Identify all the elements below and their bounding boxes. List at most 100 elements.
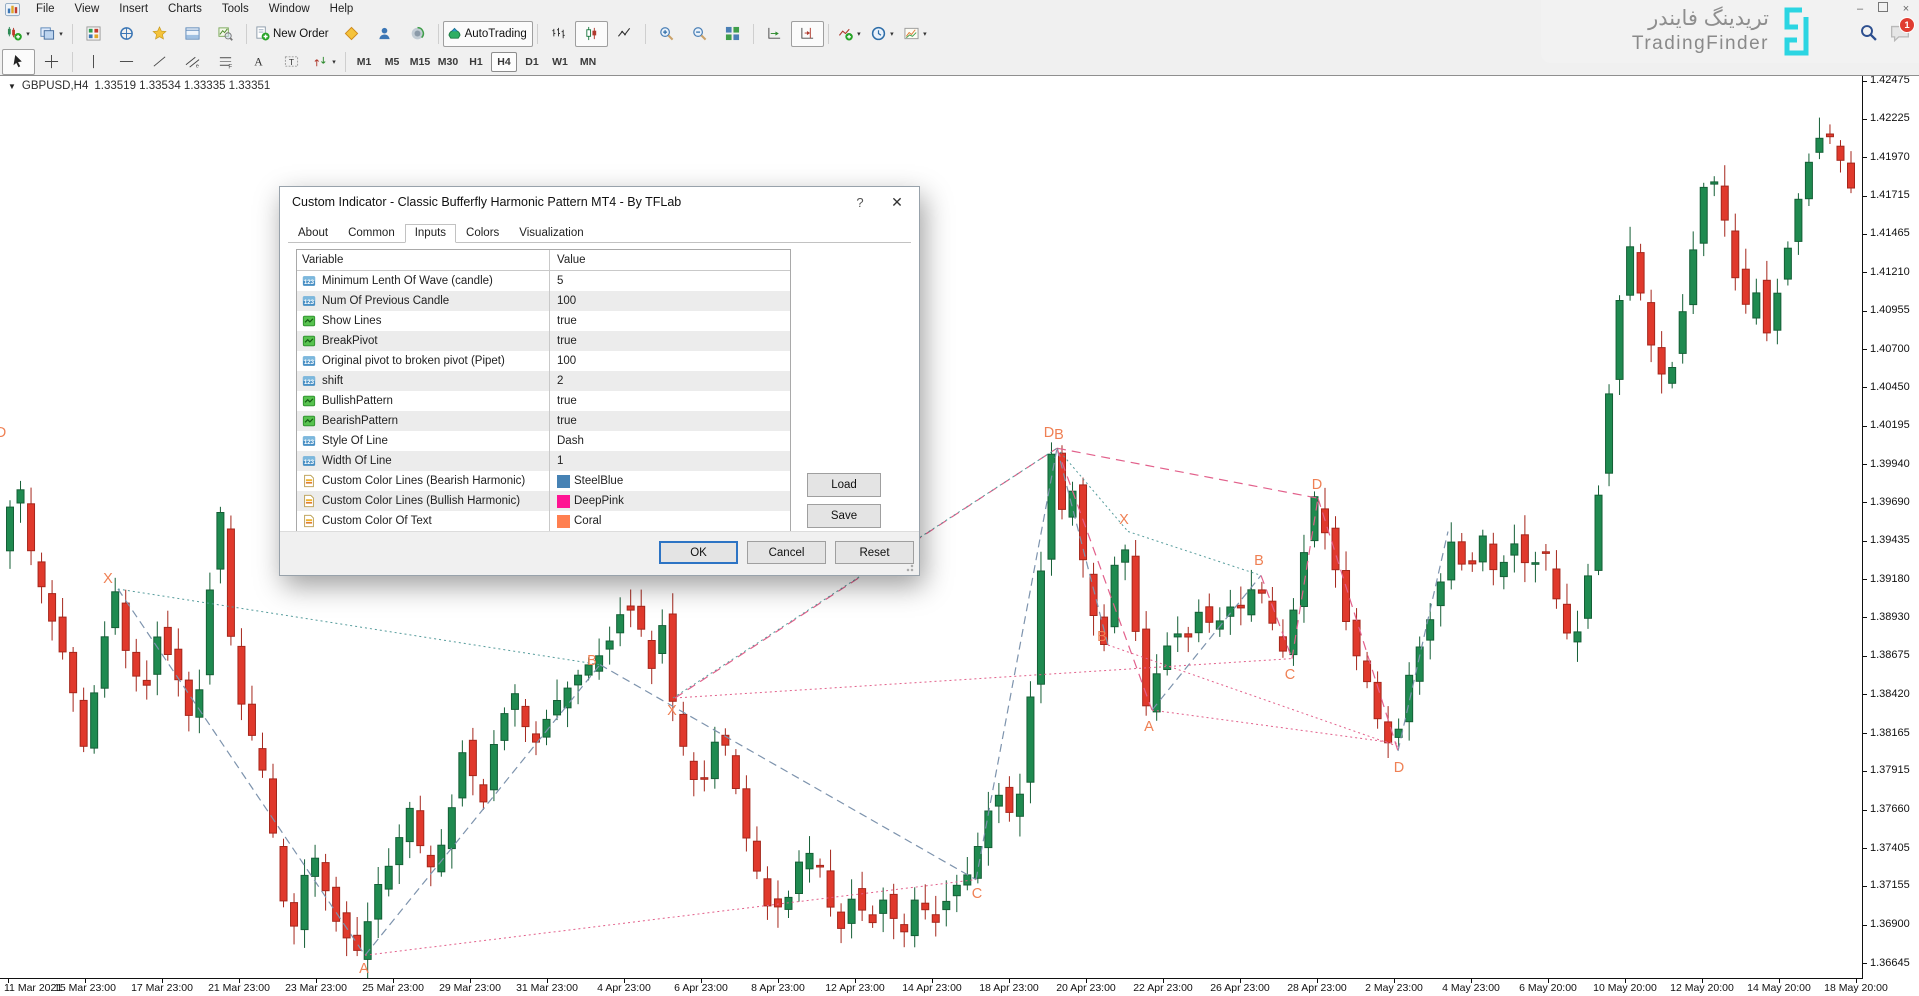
table-row[interactable]: 123shift2 [297,371,790,391]
variable-cell: Custom Color Lines (Bullish Harmonic) [297,494,549,508]
close-button-icon[interactable]: × [1899,3,1913,15]
resize-grip[interactable] [906,562,916,572]
trendline-button[interactable] [143,49,176,75]
table-row[interactable]: 123Width Of Line1 [297,451,790,471]
chart-shift-button[interactable] [791,21,824,47]
reset-button[interactable]: Reset [835,541,914,564]
variable-name: Original pivot to broken pivot (Pipet) [322,355,505,367]
svg-text:123: 123 [304,279,315,286]
variable-cell: BearishPattern [297,414,549,428]
menu-item-tools[interactable]: Tools [213,2,258,16]
profiles-button[interactable]: ▾ [35,21,68,47]
menu-item-view[interactable]: View [66,2,109,16]
timeframe-m30[interactable]: M30 [435,52,461,72]
timeframe-h4[interactable]: H4 [491,52,517,72]
indicators-button[interactable]: ▾ [833,21,866,47]
table-row[interactable]: 123Style Of LineDash [297,431,790,451]
menu-item-help[interactable]: Help [321,2,363,16]
time-label: 23 Mar 23:00 [285,982,347,994]
strategy-tester-button[interactable] [209,21,242,47]
bar-chart-button[interactable] [542,21,575,47]
table-row[interactable]: BearishPatterntrue [297,411,790,431]
text-button[interactable]: A [242,49,275,75]
value-text: 5 [557,275,563,287]
time-label: 12 May 20:00 [1670,982,1734,994]
templates-icon [904,26,919,41]
price-label: 1.40195 [1870,419,1910,431]
svg-text:B: B [1054,427,1064,443]
horizontal-line-button[interactable] [110,49,143,75]
terminal-button[interactable] [176,21,209,47]
save-button[interactable]: Save [807,504,881,528]
table-row[interactable]: Custom Color Lines (Bearish Harmonic)Ste… [297,471,790,491]
table-row[interactable]: Custom Color Of TextCoral [297,511,790,531]
table-row[interactable]: Show Linestrue [297,311,790,331]
strategy-tester-icon [218,26,233,41]
menu-item-window[interactable]: Window [260,2,319,16]
dialog-close-icon[interactable]: ✕ [875,194,919,211]
zoom-in-button[interactable] [650,21,683,47]
load-button[interactable]: Load [807,473,881,497]
menu-item-charts[interactable]: Charts [159,2,211,16]
new-order-button[interactable]: New Order [251,21,335,47]
candle-chart-button[interactable] [575,21,608,47]
value-text: 100 [557,355,576,367]
market-watch-button[interactable] [77,21,110,47]
table-row[interactable]: BullishPatterntrue [297,391,790,411]
value-cell: true [549,411,790,431]
tab-about[interactable]: About [288,224,338,243]
dialog-tab-strip: AboutCommonInputsColorsVisualization [288,222,911,243]
minimize-button-icon[interactable]: – [1853,3,1867,15]
cancel-button[interactable]: Cancel [747,541,826,564]
ok-button[interactable]: OK [659,541,738,564]
help-button[interactable]: ? [845,195,875,210]
autotrading-button[interactable]: AutoTrading [443,21,533,47]
timeframe-h1[interactable]: H1 [463,52,489,72]
notifications-chat-icon[interactable]: 1 [1889,24,1911,42]
tab-inputs[interactable]: Inputs [405,224,456,243]
value-text: true [557,315,577,327]
vertical-line-button[interactable] [77,49,110,75]
tab-visualization[interactable]: Visualization [509,224,593,243]
timeframe-w1[interactable]: W1 [547,52,573,72]
menu-item-insert[interactable]: Insert [110,2,157,16]
templates-button[interactable]: ▾ [899,21,932,47]
search-icon[interactable] [1860,24,1877,41]
timeframe-m1[interactable]: M1 [351,52,377,72]
auto-scroll-button[interactable] [758,21,791,47]
table-row[interactable]: 123Num Of Previous Candle100 [297,291,790,311]
navigator-button[interactable] [143,21,176,47]
tile-windows-button[interactable] [716,21,749,47]
line-chart-button[interactable] [608,21,641,47]
zoom-out-button[interactable] [683,21,716,47]
tab-colors[interactable]: Colors [456,224,509,243]
tab-common[interactable]: Common [338,224,405,243]
news-button[interactable] [401,21,434,47]
arrows-button[interactable]: ▾ [308,49,341,75]
cursor-button[interactable] [2,49,35,75]
table-row[interactable]: Custom Color Lines (Bullish Harmonic)Dee… [297,491,790,511]
autotrading-label: AutoTrading [465,28,529,40]
chevron-down-icon[interactable]: ▼ [8,82,16,91]
timeframe-m15[interactable]: M15 [407,52,433,72]
fibonacci-button[interactable]: F [209,49,242,75]
equidistant-channel-button[interactable]: e [176,49,209,75]
timeframe-mn[interactable]: MN [575,52,601,72]
time-label: 14 Apr 23:00 [902,982,962,994]
timeframe-m5[interactable]: M5 [379,52,405,72]
periods-button[interactable]: ▾ [866,21,899,47]
menu-item-file[interactable]: File [27,2,64,16]
table-row[interactable]: BreakPivottrue [297,331,790,351]
crosshair-button[interactable] [35,49,68,75]
table-row[interactable]: 123Original pivot to broken pivot (Pipet… [297,351,790,371]
toolbar-separator [753,24,754,44]
text-label-button[interactable]: T [275,49,308,75]
metaeditor-button[interactable] [335,21,368,47]
new-chart-button[interactable]: ▾ [2,21,35,47]
dialog-title-bar[interactable]: Custom Indicator - Classic Bufferfly Har… [280,187,919,217]
restore-button-icon[interactable] [1876,2,1890,15]
timeframe-d1[interactable]: D1 [519,52,545,72]
table-row[interactable]: 123Minimum Lenth Of Wave (candle)5 [297,271,790,291]
data-window-button[interactable] [110,21,143,47]
community-button[interactable] [368,21,401,47]
